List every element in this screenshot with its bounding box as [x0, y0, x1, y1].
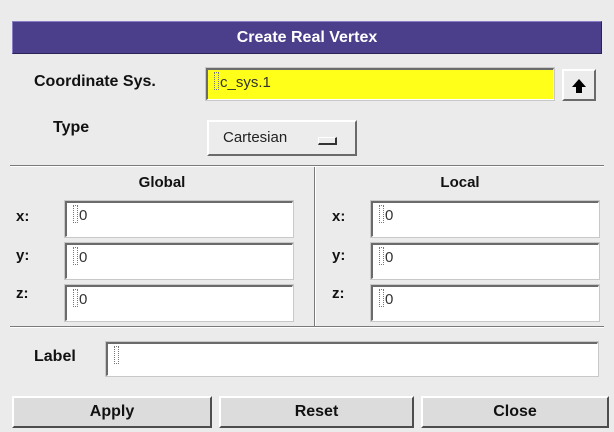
local-title: Local: [440, 174, 480, 191]
type-label: Type: [53, 119, 90, 136]
type-option-menu[interactable]: Cartesian: [207, 120, 357, 156]
global-y-label: y:: [16, 247, 30, 264]
text-cursor: [379, 205, 384, 223]
global-y-input[interactable]: 0: [65, 243, 293, 279]
local-z-input[interactable]: 0: [371, 285, 599, 321]
dialog-title: Create Real Vertex: [12, 21, 602, 54]
top-separator: [10, 165, 604, 167]
bottom-separator: [10, 326, 604, 328]
global-x-input[interactable]: 0: [65, 201, 293, 237]
global-y-value: 0: [79, 249, 88, 266]
reset-button[interactable]: Reset: [219, 396, 414, 428]
text-cursor: [73, 289, 78, 307]
local-x-label: x:: [332, 208, 346, 225]
coordinate-sys-browse-button[interactable]: [562, 69, 596, 101]
global-z-value: 0: [79, 291, 88, 308]
local-z-label: z:: [332, 285, 345, 302]
text-cursor: [379, 289, 384, 307]
coordinate-sys-input[interactable]: c_sys.1: [206, 68, 554, 100]
text-cursor: [73, 247, 78, 265]
global-x-label: x:: [16, 208, 30, 225]
text-cursor: [379, 247, 384, 265]
create-real-vertex-dialog: Create Real Vertex Coordinate Sys. c_sys…: [0, 0, 614, 432]
local-y-input[interactable]: 0: [371, 243, 599, 279]
type-selected-value: Cartesian: [223, 129, 288, 146]
local-y-label: y:: [332, 247, 346, 264]
label-input[interactable]: [106, 342, 598, 376]
option-menu-indicator-icon: [318, 137, 337, 145]
local-y-value: 0: [385, 249, 394, 266]
coordinate-sys-value: c_sys.1: [220, 74, 271, 91]
global-x-value: 0: [79, 207, 88, 224]
text-cursor: [73, 205, 78, 223]
global-z-input[interactable]: 0: [65, 285, 293, 321]
global-z-label: z:: [16, 285, 29, 302]
text-cursor: [214, 72, 219, 90]
local-x-input[interactable]: 0: [371, 201, 599, 237]
local-z-value: 0: [385, 291, 394, 308]
text-cursor: [114, 346, 119, 364]
local-x-value: 0: [385, 207, 394, 224]
apply-button[interactable]: Apply: [12, 396, 212, 428]
close-button[interactable]: Close: [421, 396, 609, 428]
coordinate-sys-label: Coordinate Sys.: [34, 73, 156, 90]
global-title: Global: [138, 174, 186, 191]
label-field-label: Label: [34, 348, 76, 365]
arrow-up-icon: [572, 79, 586, 93]
